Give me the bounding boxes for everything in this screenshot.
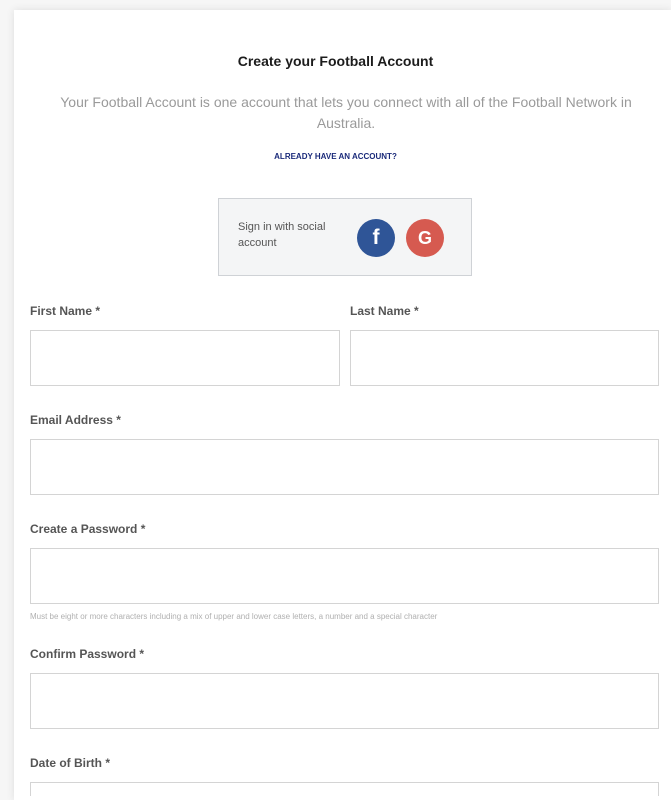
- google-icon[interactable]: G: [406, 219, 444, 257]
- facebook-icon[interactable]: f: [357, 219, 395, 257]
- password-label: Create a Password *: [30, 522, 146, 536]
- first-name-label: First Name *: [30, 304, 101, 318]
- already-have-account-link[interactable]: ALREADY HAVE AN ACCOUNT?: [0, 152, 671, 161]
- password-hint: Must be eight or more characters includi…: [30, 612, 438, 621]
- last-name-field[interactable]: [350, 330, 659, 386]
- page-subtitle: Your Football Account is one account tha…: [60, 94, 632, 131]
- date-of-birth-label: Date of Birth *: [30, 756, 111, 770]
- date-of-birth-field[interactable]: [30, 782, 659, 796]
- page-title: Create your Football Account: [237, 53, 434, 69]
- confirm-password-field[interactable]: [30, 673, 659, 729]
- first-name-field[interactable]: [30, 330, 340, 386]
- email-label: Email Address *: [30, 413, 121, 427]
- email-field[interactable]: [30, 439, 659, 495]
- last-name-label: Last Name *: [350, 304, 419, 318]
- social-signin-box: Sign in with social account f G: [218, 198, 472, 276]
- social-signin-text: Sign in with social account: [238, 221, 326, 249]
- password-field[interactable]: [30, 548, 659, 604]
- confirm-password-label: Confirm Password *: [30, 647, 145, 661]
